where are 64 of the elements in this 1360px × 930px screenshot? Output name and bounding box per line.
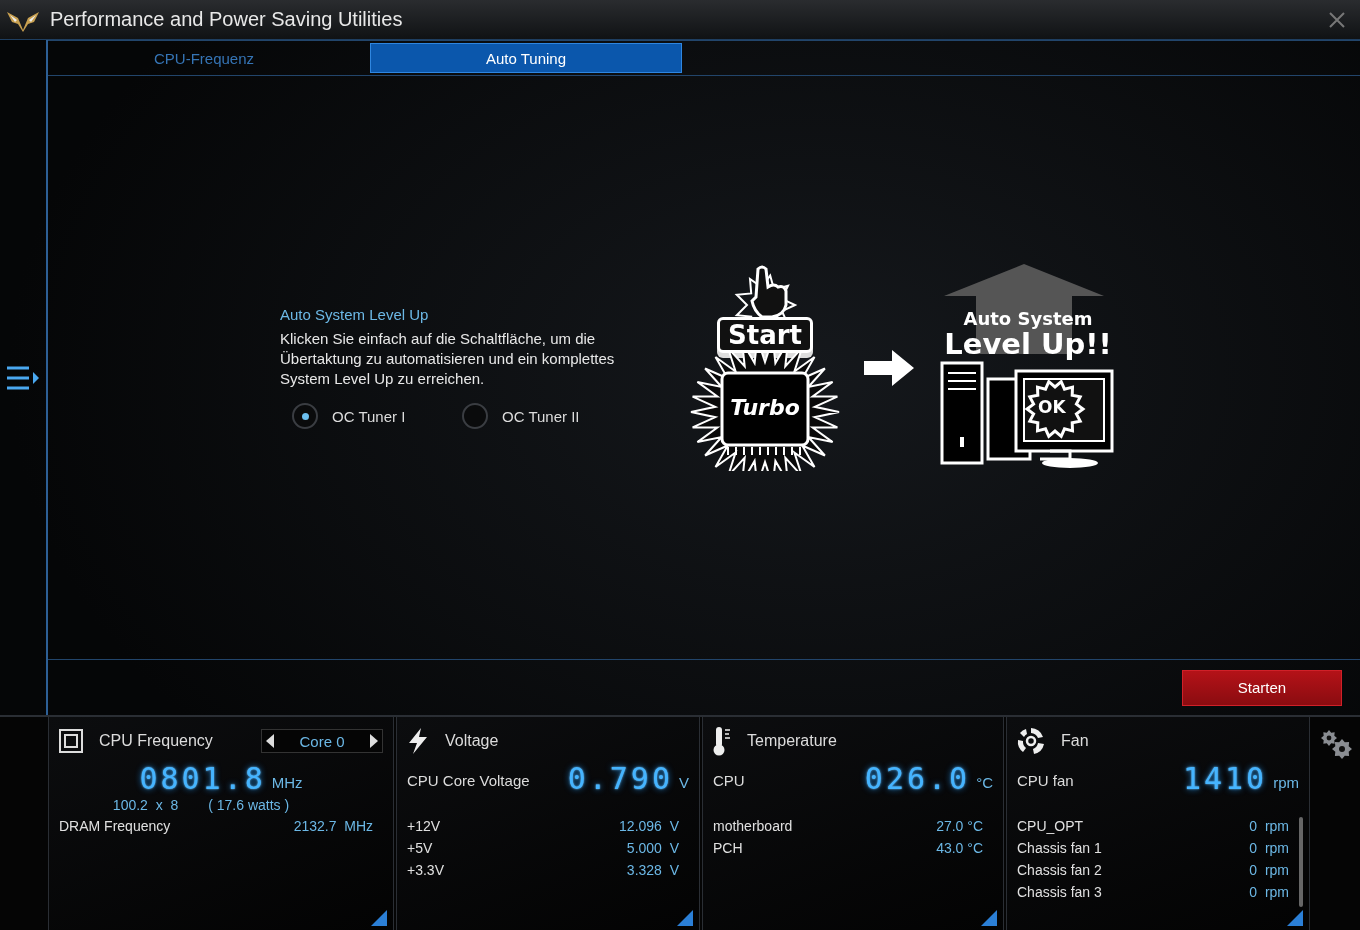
description-text: Klicken Sie einfach auf die Schaltfläche, um die Übertaktung zu automatisieren und ein komplettes System Level Up zu erreichen. [280, 329, 616, 389]
sensor-value: 43.0 °C [936, 840, 983, 856]
core-selector[interactable]: Core 0 [261, 729, 383, 753]
panel-title: Temperature [747, 732, 838, 750]
previous-button[interactable] [266, 734, 274, 748]
panel-title: Fan [1061, 732, 1090, 750]
digital-reading: 026.0 [864, 761, 971, 797]
sensor-value: 0 rpm [1249, 884, 1289, 900]
sensor-value: 0 rpm [1249, 840, 1289, 856]
sensor-label: motherboard [713, 818, 793, 834]
sensor-label: Chassis fan 3 [1017, 884, 1102, 900]
banner-text: Level Up!! [944, 329, 1112, 359]
lightning-icon [407, 728, 429, 754]
fan-icon [1017, 727, 1045, 755]
unit-label: MHz [271, 774, 303, 793]
section-heading: Auto System Level Up [280, 306, 430, 323]
digital-reading: 0.790 [567, 761, 673, 797]
sensor-value: 0 rpm [1249, 862, 1289, 878]
sensor-label: PCH [713, 840, 743, 856]
sensor-label: DRAM Frequency [59, 818, 171, 834]
tab[interactable]: Auto Tuning [370, 43, 682, 73]
window-title: Performance and Power Saving Utilities [50, 8, 404, 31]
sensor-value: 3.328 V [626, 862, 679, 878]
chip-label: Turbo [729, 394, 801, 420]
scrollbar-thumb[interactable] [1299, 817, 1303, 907]
screen-label: OK [1038, 397, 1066, 417]
sensor-label: +3.3V [407, 862, 444, 878]
sensor-label: +12V [407, 818, 441, 834]
resize-corner-icon[interactable] [371, 910, 387, 926]
resize-corner-icon[interactable] [1287, 910, 1303, 926]
sensor-label: CPU fan [1017, 772, 1074, 791]
chip-icon [59, 729, 83, 753]
panel-title: CPU Frequency [99, 732, 214, 750]
sensor-value: 5.000 V [626, 840, 679, 856]
sensor-label: Chassis fan 2 [1017, 862, 1102, 878]
sensor-label: CPU Core Voltage [407, 772, 530, 791]
sensor-value: 2132.7 MHz [293, 818, 373, 834]
digital-reading: 0801.8 [139, 761, 266, 797]
sensor-label: CPU [713, 772, 745, 791]
multiplier-text: 100.2 x 8 [112, 797, 179, 813]
sensor-label: CPU_OPT [1017, 818, 1084, 834]
resize-corner-icon[interactable] [981, 910, 997, 926]
radio-option[interactable]: OC Tuner II [462, 403, 580, 429]
sensor-value: 0 rpm [1249, 818, 1289, 834]
banner-text: Auto System [963, 308, 1093, 329]
sensor-value: 27.0 °C [936, 818, 983, 834]
sensor-value: 12.096 V [619, 818, 679, 834]
next-button[interactable] [370, 734, 378, 748]
sensor-label: +5V [407, 840, 433, 856]
core-label: Core 0 [299, 732, 345, 750]
digital-reading: 1410 [1182, 761, 1268, 797]
start-button[interactable]: Starten [1182, 669, 1342, 706]
unit-label: °C [976, 774, 993, 793]
unit-label: V [679, 774, 689, 793]
tab[interactable]: CPU-Frequenz [48, 43, 360, 73]
sensor-label: Chassis fan 1 [1017, 840, 1102, 856]
unit-label: rpm [1273, 774, 1299, 793]
thermometer-icon [713, 726, 731, 756]
radio-option[interactable]: OC Tuner I [292, 403, 410, 429]
panel-title: Voltage [445, 732, 500, 750]
settings-icon[interactable] [1320, 729, 1352, 759]
right-arrow-icon [864, 349, 914, 386]
resize-corner-icon[interactable] [677, 910, 693, 926]
power-text: ( 17.6 watts ) [208, 797, 290, 813]
